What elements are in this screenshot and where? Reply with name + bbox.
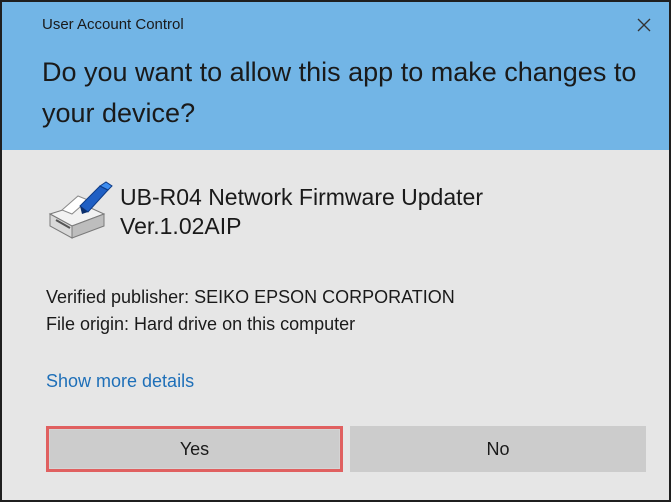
app-version: Ver.1.02AIP — [120, 213, 242, 239]
no-button[interactable]: No — [350, 426, 646, 472]
yes-button[interactable]: Yes — [46, 426, 343, 472]
printer-icon — [48, 181, 113, 239]
close-icon — [637, 18, 651, 32]
publisher-info: Verified publisher: SEIKO EPSON CORPORAT… — [46, 284, 455, 338]
file-origin: File origin: Hard drive on this computer — [46, 314, 356, 334]
app-name-line1: UB-R04 Network Firmware Updater — [120, 184, 483, 210]
show-more-details-link[interactable]: Show more details — [46, 371, 194, 392]
app-info: UB-R04 Network Firmware Updater Ver.1.02… — [42, 180, 483, 242]
uac-question: Do you want to allow this app to make ch… — [42, 57, 637, 128]
window-title: User Account Control — [42, 16, 184, 33]
app-name: UB-R04 Network Firmware Updater Ver.1.02… — [120, 180, 483, 241]
dialog-header: User Account Control Do you want to allo… — [2, 2, 669, 150]
close-button[interactable] — [631, 12, 657, 38]
verified-publisher: Verified publisher: SEIKO EPSON CORPORAT… — [46, 287, 455, 307]
uac-dialog: User Account Control Do you want to allo… — [0, 0, 671, 502]
